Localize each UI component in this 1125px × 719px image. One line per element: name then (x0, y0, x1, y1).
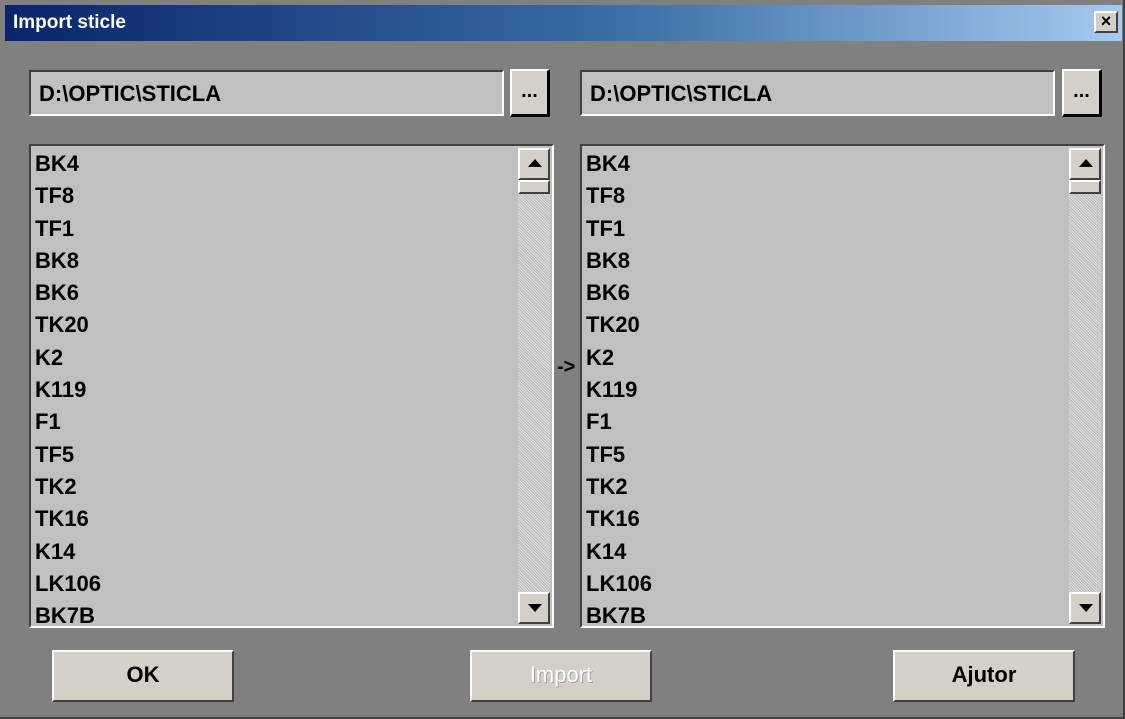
list-item[interactable]: TF8 (35, 180, 514, 212)
ok-button[interactable]: OK (52, 650, 234, 702)
left-path-field[interactable]: D:\OPTIC\STICLA (29, 70, 504, 116)
list-item[interactable]: K2 (35, 342, 514, 374)
list-item[interactable]: K119 (586, 374, 1065, 406)
list-item[interactable]: BK6 (35, 277, 514, 309)
left-browse-button[interactable]: ... (510, 69, 550, 117)
list-item[interactable]: BK4 (35, 148, 514, 180)
arrow-down-icon (1079, 604, 1093, 612)
close-button[interactable]: × (1094, 11, 1118, 33)
right-scroll-up-button[interactable] (1069, 148, 1101, 180)
list-item[interactable]: LK106 (586, 568, 1065, 600)
list-item[interactable]: BK7B (35, 600, 514, 626)
left-scroll-thumb[interactable] (518, 180, 550, 194)
list-item[interactable]: TF5 (35, 439, 514, 471)
list-item[interactable]: F1 (35, 406, 514, 438)
left-scroll-up-button[interactable] (518, 148, 550, 180)
right-browse-button[interactable]: ... (1062, 69, 1102, 117)
list-item[interactable]: BK7B (586, 600, 1065, 626)
right-scroll-down-button[interactable] (1069, 592, 1101, 624)
transfer-arrow-label: -> (557, 356, 576, 378)
arrow-down-icon (528, 604, 542, 612)
left-scrollbar[interactable] (518, 148, 550, 624)
list-item[interactable]: TK16 (586, 503, 1065, 535)
list-item[interactable]: K14 (35, 536, 514, 568)
list-item[interactable]: TK20 (586, 309, 1065, 341)
window-title: Import sticle (13, 12, 126, 33)
right-scroll-thumb[interactable] (1069, 180, 1101, 194)
right-path-field[interactable]: D:\OPTIC\STICLA (580, 70, 1055, 116)
list-item[interactable]: TK20 (35, 309, 514, 341)
list-item[interactable]: TK16 (35, 503, 514, 535)
list-item[interactable]: TK2 (586, 471, 1065, 503)
list-item[interactable]: BK8 (35, 245, 514, 277)
arrow-up-icon (528, 159, 542, 167)
title-bar[interactable]: Import sticle × (5, 5, 1122, 41)
list-item[interactable]: K119 (35, 374, 514, 406)
import-button[interactable]: Import (470, 650, 652, 702)
list-item[interactable]: TF5 (586, 439, 1065, 471)
list-item[interactable]: K2 (586, 342, 1065, 374)
left-scroll-down-button[interactable] (518, 592, 550, 624)
list-item[interactable]: TF8 (586, 180, 1065, 212)
list-item[interactable]: BK8 (586, 245, 1065, 277)
list-item[interactable]: TF1 (586, 213, 1065, 245)
right-scrollbar[interactable] (1069, 148, 1101, 624)
right-glass-list[interactable]: BK4 TF8 TF1 BK8 BK6 TK20 K2 K119 F1 TF5 TK2 TK16 K14… (580, 144, 1105, 628)
left-list-items: BK4 TF8 TF1 BK8 BK6 TK20 K2 K119 F1 TF5 TK2 TK16 K14… (35, 148, 514, 626)
list-item[interactable]: K14 (586, 536, 1065, 568)
list-item[interactable]: TF1 (35, 213, 514, 245)
list-item[interactable]: BK4 (586, 148, 1065, 180)
import-dialog: Import sticle × D:\OPTIC\STICLA ... D:\O… (0, 0, 1125, 719)
list-item[interactable]: TK2 (35, 471, 514, 503)
left-glass-list[interactable]: BK4 TF8 TF1 BK8 BK6 TK20 K2 K119 F1 TF5 TK2 TK16 K14… (29, 144, 554, 628)
list-item[interactable]: F1 (586, 406, 1065, 438)
list-item[interactable]: BK6 (586, 277, 1065, 309)
help-button[interactable]: Ajutor (893, 650, 1075, 702)
arrow-up-icon (1079, 159, 1093, 167)
list-item[interactable]: LK106 (35, 568, 514, 600)
right-list-items: BK4 TF8 TF1 BK8 BK6 TK20 K2 K119 F1 TF5 TK2 TK16 K14… (586, 148, 1065, 626)
